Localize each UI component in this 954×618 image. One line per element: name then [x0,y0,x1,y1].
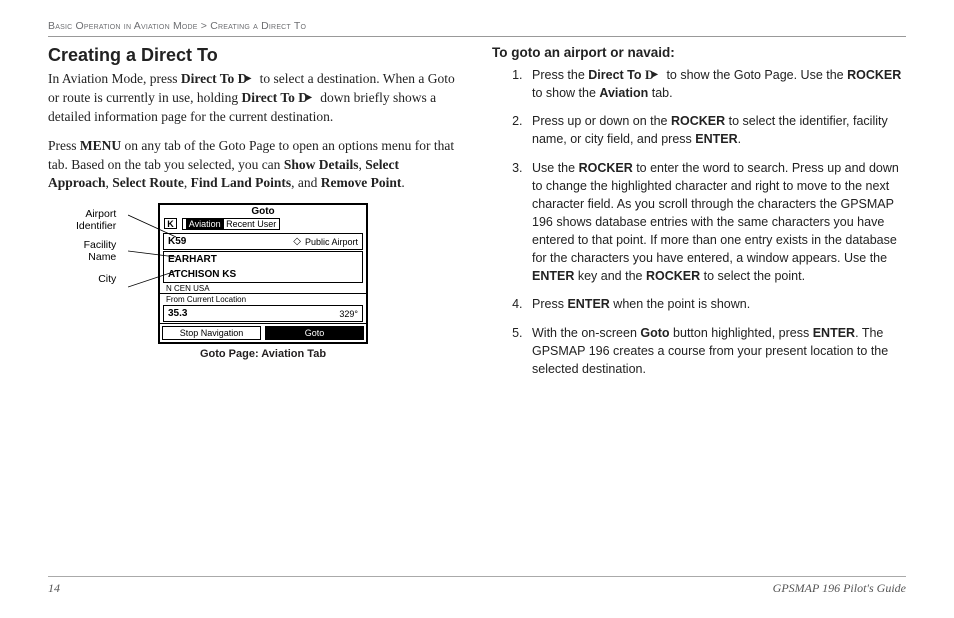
screen-identifier-row: K59 ◇ Public Airport [163,233,363,250]
stop-nav-button: Stop Navigation [162,326,261,340]
page-number: 14 [48,581,60,596]
tab-recent: Recent [226,219,255,229]
p2i: , [184,175,191,190]
screen-city-row: ATCHISON KS [163,267,363,283]
tab-letter: K [164,218,177,229]
screen-airport-type: Public Airport [305,237,358,247]
screen-buttons: Stop Navigation Goto [160,323,366,342]
step-1: Press the Direct To D to show the Goto P… [526,66,906,102]
tab-row: Aviation Recent User [182,218,280,230]
label-city: City [76,274,116,286]
step-4: Press ENTER when the point is shown. [526,295,906,313]
screen-facility: EARHART [168,254,358,265]
tab-aviation: Aviation [186,219,224,229]
paragraph-1: In Aviation Mode, press Direct To D to s… [48,70,462,127]
screen-identifier: K59 [168,236,289,247]
breadcrumb-part1: Basic Operation in Aviation Mode [48,20,198,32]
p1b: Direct To [181,71,238,86]
section-title: Creating a Direct To [48,45,462,66]
diamond-icon: ◇ [293,236,301,247]
label-facility-name: Facility Name [76,240,116,263]
screen-region: N CEN USA [160,284,366,293]
p2k: , and [291,175,321,190]
screen-city: ATCHISON KS [168,269,358,280]
step-3: Use the ROCKER to enter the word to sear… [526,159,906,286]
screen-distance-row: 35.3 329° [163,305,363,322]
p2j: Find Land Points [191,175,292,190]
figure-caption: Goto Page: Aviation Tab [158,348,368,360]
direct-to-icon: D [645,66,663,84]
breadcrumb-part2: Creating a Direct To [210,20,306,32]
step-2: Press up or down on the ROCKER to select… [526,112,906,148]
direct-to-icon: D [238,70,257,89]
p2b: MENU [80,138,121,153]
step-5: With the on-screen Goto button highlight… [526,324,906,378]
p2l: Remove Point [321,175,402,190]
p1a: In Aviation Mode, press [48,71,181,86]
screen-from-label: From Current Location [160,293,366,304]
p2m: . [401,175,404,190]
p2a: Press [48,138,80,153]
screen-tabs: K Aviation Recent User [160,218,366,232]
p1d: Direct To [241,90,298,105]
tab-user: User [257,219,276,229]
page-footer: 14 GPSMAP 196 Pilot's Guide [48,576,906,596]
left-column: Creating a Direct To In Aviation Mode, p… [48,45,462,388]
p2d: Show Details [284,157,359,172]
figure-labels: Airport Identifier Facility Name City [76,209,116,293]
paragraph-2: Press MENU on any tab of the Goto Page t… [48,137,462,194]
screen-bearing: 329° [339,309,358,319]
doc-title: GPSMAP 196 Pilot's Guide [773,581,906,596]
procedure-subhead: To goto an airport or navaid: [492,45,906,60]
screen-distance: 35.3 [168,308,339,319]
p2h: Select Route [112,175,184,190]
direct-to-icon: D [298,89,317,108]
screen-facility-row: EARHART [163,251,363,267]
procedure-steps: Press the Direct To D to show the Goto P… [492,66,906,378]
label-airport-identifier: Airport Identifier [76,209,116,232]
breadcrumb-sep: > [198,20,211,32]
breadcrumb: Basic Operation in Aviation Mode > Creat… [48,20,906,37]
right-column: To goto an airport or navaid: Press the … [492,45,906,388]
goto-button: Goto [265,326,364,340]
device-screen: Goto K Aviation Recent User K59 ◇ Public… [158,203,368,344]
screen-title: Goto [160,205,366,218]
figure: Airport Identifier Facility Name City Go… [78,203,408,360]
